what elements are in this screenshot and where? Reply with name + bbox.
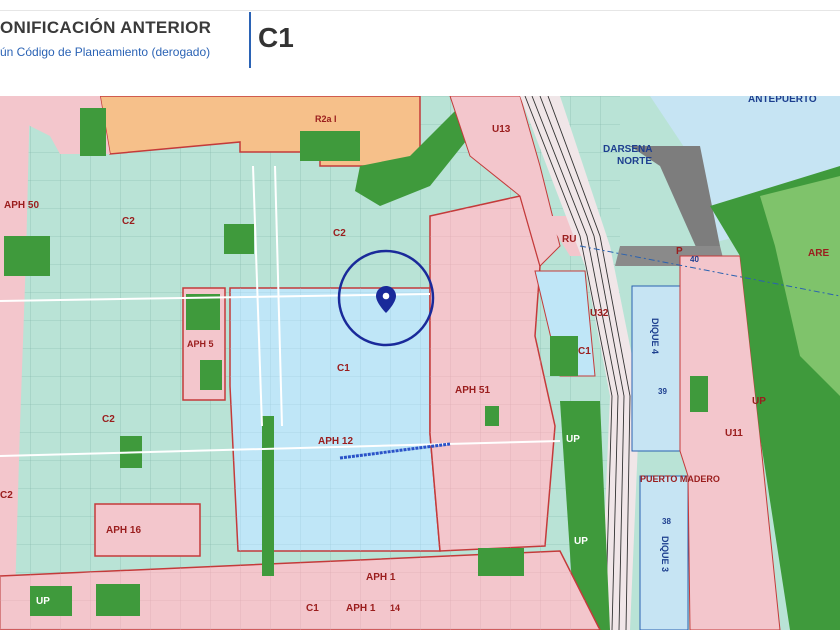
label-u13: U13 <box>492 124 511 135</box>
label-up-south: UP <box>36 596 50 607</box>
label-aph12: APH 12 <box>318 436 353 447</box>
header-title: ONIFICACIÓN ANTERIOR <box>0 18 212 37</box>
label-aph1: APH 1 <box>366 572 396 583</box>
label-p: P <box>676 246 683 257</box>
label-up-right: UP <box>752 396 766 407</box>
label-ru: RU <box>562 234 576 245</box>
zoning-map-svg[interactable]: APH 50 C2 C2 C2 R2a I U13 RU U32 APH 5 A… <box>0 96 840 630</box>
label-dique3: DIQUE 3 <box>660 536 670 572</box>
label-darsena: DARSENA <box>603 144 652 155</box>
label-aph50: APH 50 <box>4 200 39 211</box>
label-c1-east: C1 <box>578 346 591 357</box>
label-40: 40 <box>690 255 699 264</box>
label-c2-center: C2 <box>333 228 346 239</box>
header-divider <box>249 12 251 68</box>
header-subtitle: ún Código de Planeamiento (derogado) <box>0 45 211 59</box>
page-header: ONIFICACIÓN ANTERIOR ún Código de Planea… <box>0 0 840 82</box>
top-rule <box>0 10 840 11</box>
label-u32: U32 <box>590 308 609 319</box>
label-14: 14 <box>390 603 400 613</box>
label-dique4: DIQUE 4 <box>650 318 660 354</box>
label-38: 38 <box>662 517 671 526</box>
label-39: 39 <box>658 387 667 396</box>
label-norte: NORTE <box>617 156 652 167</box>
label-up-mid: UP <box>566 434 580 445</box>
zone-code: C1 <box>258 22 294 53</box>
label-aph5: APH 5 <box>187 339 214 349</box>
label-c2-edge: C2 <box>0 490 13 501</box>
label-c2-west: C2 <box>102 414 115 425</box>
label-c1-south: C1 <box>306 603 319 614</box>
label-aph51: APH 51 <box>455 385 490 396</box>
label-up-left: UP <box>574 536 588 547</box>
label-u11: U11 <box>725 428 743 439</box>
label-aph16: APH 16 <box>106 525 141 536</box>
zoning-map[interactable]: APH 50 C2 C2 C2 R2a I U13 RU U32 APH 5 A… <box>0 96 840 630</box>
label-aph1-south: APH 1 <box>346 603 376 614</box>
label-r2a: R2a I <box>315 114 337 124</box>
label-c2-north: C2 <box>122 216 135 227</box>
dique-4-water <box>631 285 681 452</box>
label-are: ARE <box>808 248 829 259</box>
label-antepuerto: ANTEPUERTO <box>748 96 817 105</box>
label-puerto-madero: PUERTO MADERO <box>640 474 720 484</box>
label-c1-main: C1 <box>337 363 350 374</box>
